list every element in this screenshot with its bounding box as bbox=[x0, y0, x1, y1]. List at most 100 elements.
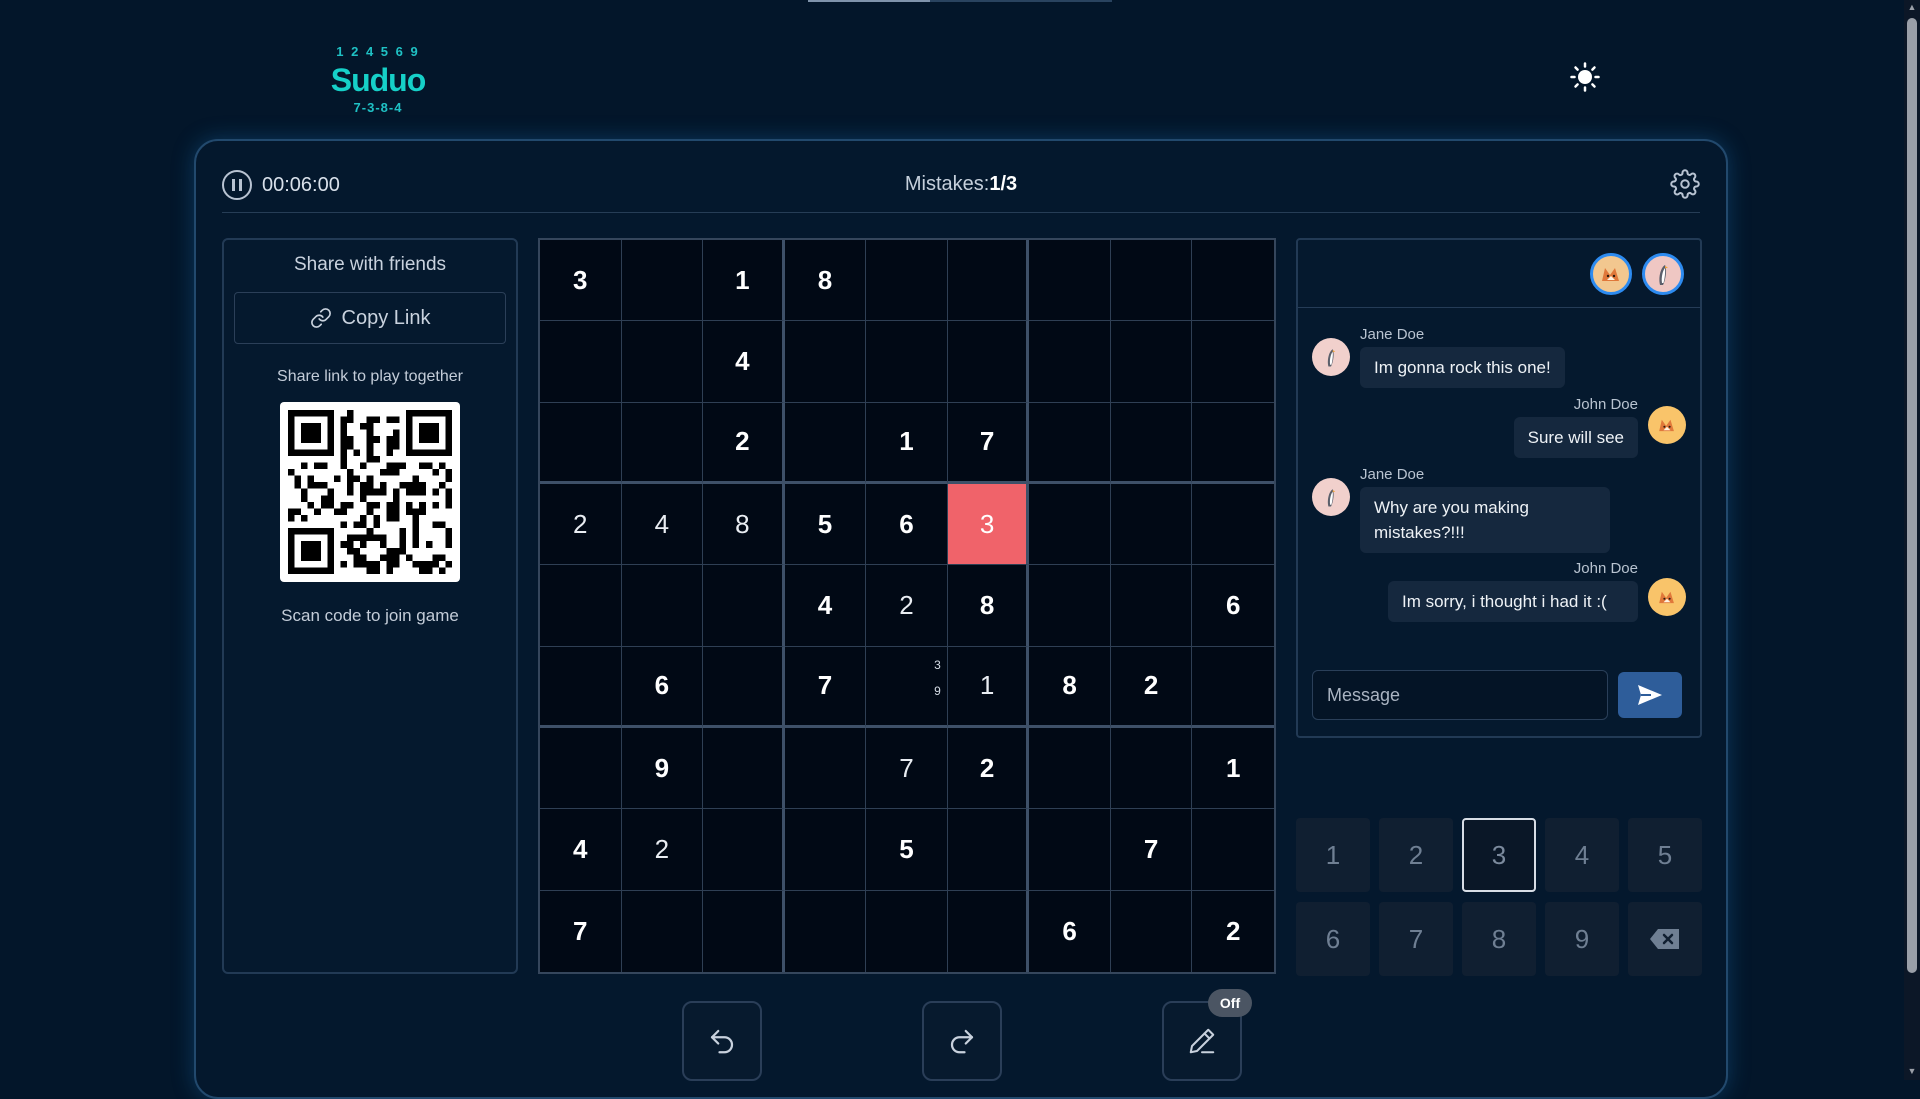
board-cell[interactable]: 7 bbox=[947, 402, 1030, 484]
erase-button[interactable] bbox=[1628, 902, 1702, 976]
board-cell[interactable] bbox=[1029, 565, 1111, 647]
board-cell[interactable] bbox=[1110, 240, 1193, 322]
send-message-button[interactable] bbox=[1618, 672, 1682, 718]
board-cell[interactable]: 8 bbox=[1029, 646, 1111, 728]
board-cell[interactable] bbox=[1192, 809, 1274, 891]
board-cell[interactable]: 1 bbox=[1192, 728, 1274, 810]
board-cell[interactable]: 6 bbox=[1029, 890, 1111, 972]
scrollbar-thumb[interactable] bbox=[1907, 18, 1917, 973]
board-cell[interactable] bbox=[1110, 728, 1193, 810]
board-cell[interactable] bbox=[703, 728, 785, 810]
board-cell[interactable] bbox=[866, 240, 948, 322]
board-cell[interactable] bbox=[1110, 321, 1193, 403]
board-cell[interactable] bbox=[540, 565, 622, 647]
board-cell[interactable] bbox=[1192, 321, 1274, 403]
board-cell[interactable] bbox=[784, 809, 867, 891]
number-key[interactable]: 1 bbox=[1296, 818, 1370, 892]
number-key[interactable]: 2 bbox=[1379, 818, 1453, 892]
undo-button[interactable] bbox=[682, 1001, 762, 1081]
number-key[interactable]: 9 bbox=[1545, 902, 1619, 976]
board-cell[interactable] bbox=[947, 240, 1030, 322]
number-key[interactable]: 5 bbox=[1628, 818, 1702, 892]
board-cell[interactable] bbox=[540, 646, 622, 728]
board-cell[interactable] bbox=[703, 890, 785, 972]
scroll-down-icon[interactable]: ▼ bbox=[1907, 1066, 1917, 1076]
board-cell[interactable] bbox=[621, 321, 704, 403]
board-cell[interactable]: 6 bbox=[621, 646, 704, 728]
board-cell[interactable] bbox=[1192, 647, 1274, 728]
board-cell[interactable]: 3 bbox=[947, 484, 1030, 566]
page-scrollbar[interactable]: ▲ ▼ bbox=[1904, 0, 1920, 1080]
board-cell[interactable]: 5 bbox=[784, 484, 867, 566]
board-cell[interactable] bbox=[1110, 402, 1193, 484]
board-cell[interactable] bbox=[785, 890, 867, 972]
board-cell[interactable]: 6 bbox=[866, 484, 948, 566]
board-cell[interactable] bbox=[540, 321, 622, 403]
board-cell[interactable]: 9 bbox=[621, 728, 704, 810]
number-key[interactable]: 4 bbox=[1545, 818, 1619, 892]
board-cell[interactable] bbox=[1029, 321, 1111, 403]
board-cell[interactable] bbox=[1029, 728, 1111, 810]
board-cell[interactable] bbox=[1110, 484, 1193, 566]
number-key[interactable]: 6 bbox=[1296, 902, 1370, 976]
board-cell[interactable]: 39 bbox=[866, 646, 948, 728]
board-cell[interactable] bbox=[1192, 240, 1274, 322]
board-cell[interactable] bbox=[1029, 402, 1111, 484]
board-cell[interactable] bbox=[1111, 890, 1193, 972]
board-cell[interactable] bbox=[1192, 403, 1274, 484]
board-cell[interactable] bbox=[1110, 565, 1193, 647]
board-cell[interactable]: 7 bbox=[1110, 809, 1193, 891]
number-key[interactable]: 8 bbox=[1462, 902, 1536, 976]
number-key[interactable]: 7 bbox=[1379, 902, 1453, 976]
board-cell[interactable] bbox=[784, 728, 867, 810]
copy-link-button[interactable]: Copy Link bbox=[234, 292, 506, 344]
board-cell[interactable]: 8 bbox=[703, 484, 785, 566]
board-cell[interactable] bbox=[621, 565, 704, 647]
board-cell[interactable] bbox=[703, 646, 785, 728]
board-cell[interactable] bbox=[947, 321, 1030, 403]
board-cell[interactable] bbox=[784, 321, 867, 403]
board-cell[interactable]: 4 bbox=[703, 321, 785, 403]
board-cell[interactable]: 2 bbox=[703, 402, 785, 484]
board-cell[interactable]: 5 bbox=[866, 809, 948, 891]
board-cell[interactable]: 2 bbox=[1110, 646, 1193, 728]
board-cell[interactable]: 8 bbox=[947, 565, 1030, 647]
board-cell[interactable] bbox=[784, 402, 867, 484]
board-cell[interactable] bbox=[540, 728, 622, 810]
board-cell[interactable] bbox=[540, 402, 622, 484]
board-cell[interactable] bbox=[948, 890, 1030, 972]
board-cell[interactable] bbox=[621, 402, 704, 484]
board-cell[interactable]: 1 bbox=[703, 240, 785, 322]
number-key[interactable]: 3 bbox=[1462, 818, 1536, 892]
board-cell[interactable] bbox=[621, 240, 704, 322]
settings-button[interactable] bbox=[1670, 169, 1700, 199]
board-cell[interactable]: 2 bbox=[621, 809, 704, 891]
board-cell[interactable]: 2 bbox=[540, 484, 622, 566]
board-cell[interactable] bbox=[947, 809, 1030, 891]
board-cell[interactable]: 2 bbox=[947, 728, 1030, 810]
board-cell[interactable]: 4 bbox=[540, 809, 622, 891]
board-cell[interactable] bbox=[1192, 484, 1274, 566]
board-cell[interactable]: 2 bbox=[1192, 891, 1274, 972]
board-cell[interactable] bbox=[1029, 809, 1111, 891]
board-cell[interactable] bbox=[866, 321, 948, 403]
board-cell[interactable]: 4 bbox=[621, 484, 704, 566]
board-cell[interactable]: 7 bbox=[540, 890, 622, 972]
board-cell[interactable]: 7 bbox=[784, 646, 867, 728]
redo-button[interactable] bbox=[922, 1001, 1002, 1081]
board-cell[interactable] bbox=[1029, 484, 1111, 566]
suduo-logo[interactable]: 1 2 4 5 6 9 Suduo 7-3-8-4 bbox=[330, 42, 427, 122]
board-cell[interactable]: 3 bbox=[540, 240, 622, 322]
message-input[interactable] bbox=[1312, 670, 1608, 720]
board-cell[interactable]: 7 bbox=[866, 728, 948, 810]
board-cell[interactable] bbox=[703, 809, 785, 891]
board-cell[interactable] bbox=[622, 890, 704, 972]
board-cell[interactable] bbox=[866, 890, 948, 972]
board-cell[interactable]: 4 bbox=[784, 565, 867, 647]
board-cell[interactable]: 6 bbox=[1192, 565, 1274, 647]
board-cell[interactable]: 8 bbox=[784, 240, 867, 322]
board-cell[interactable]: 1 bbox=[866, 402, 948, 484]
board-cell[interactable] bbox=[703, 565, 785, 647]
board-cell[interactable]: 2 bbox=[866, 565, 948, 647]
board-cell[interactable]: 1 bbox=[947, 646, 1030, 728]
